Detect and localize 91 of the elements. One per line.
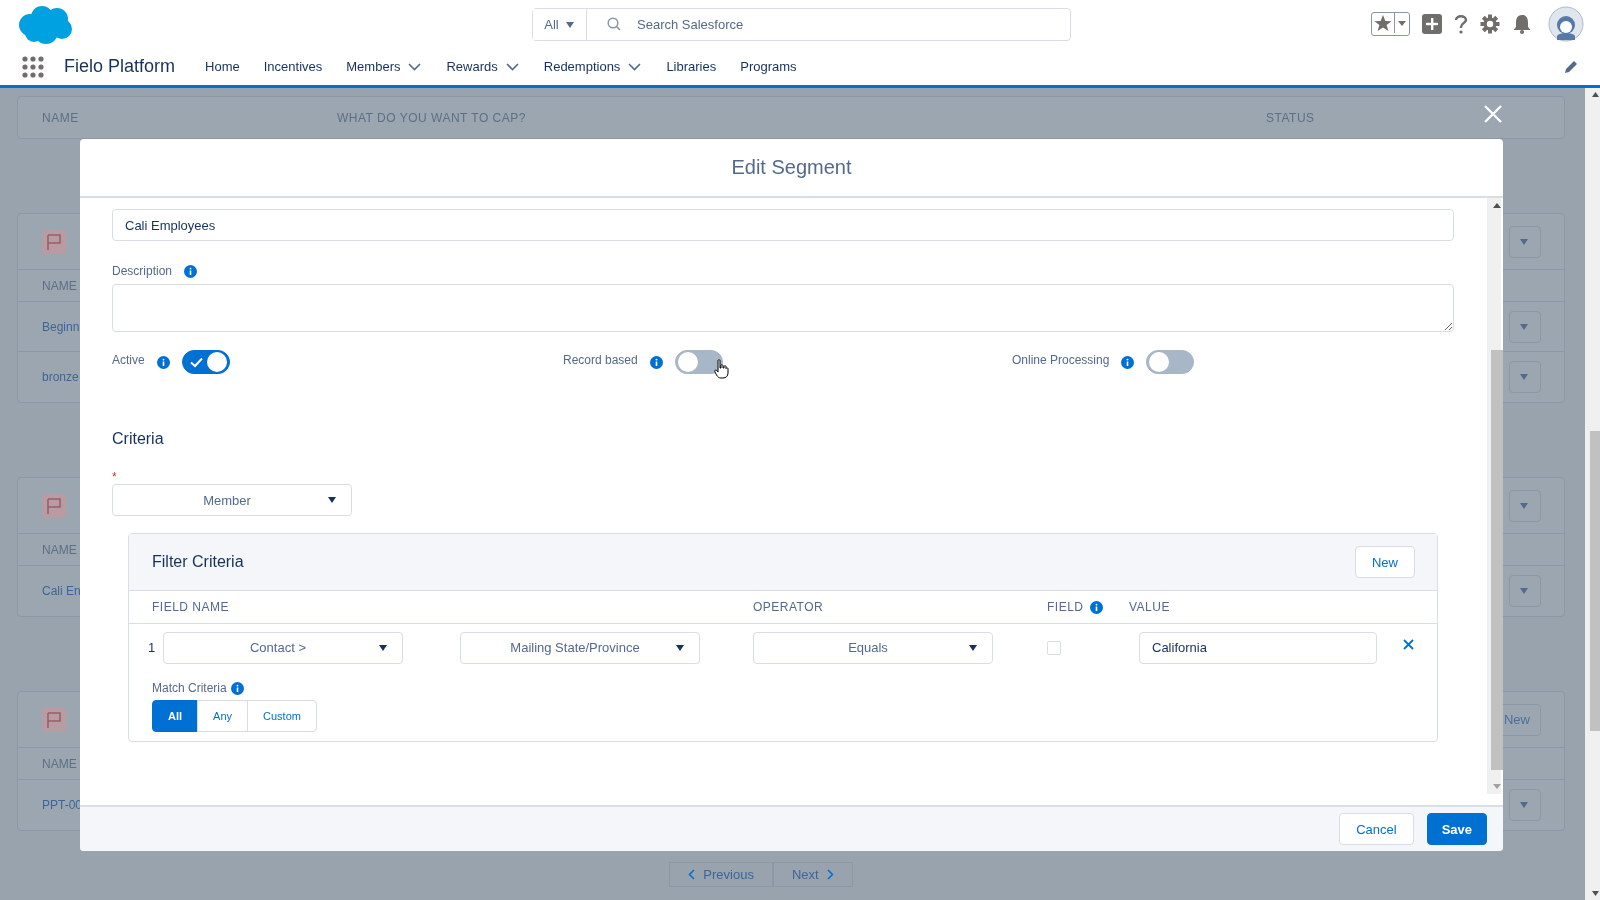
- caret-icon: [1519, 587, 1531, 595]
- star-icon: [1372, 13, 1394, 33]
- object-dropdown[interactable]: Member: [112, 484, 352, 516]
- pencil-icon[interactable]: [1564, 59, 1578, 74]
- column-header: NAME: [42, 542, 77, 557]
- caret-icon: [564, 20, 575, 28]
- close-button[interactable]: [1483, 104, 1503, 124]
- info-icon: [649, 355, 663, 369]
- column-header: NAME: [42, 278, 77, 293]
- field-label: Active: [112, 353, 145, 367]
- nav-tab[interactable]: Programs: [728, 59, 809, 74]
- segment-button[interactable]: All: [152, 700, 199, 732]
- column-header: FIELD NAME: [152, 600, 229, 614]
- panel-title: Filter Criteria: [152, 553, 244, 571]
- caret-icon: [1519, 237, 1531, 246]
- menu-button[interactable]: [1509, 789, 1541, 821]
- info-icon: [184, 264, 198, 278]
- cancel-button[interactable]: Cancel: [1339, 813, 1414, 845]
- settings-icon[interactable]: [1480, 14, 1500, 34]
- menu-button[interactable]: [1509, 575, 1541, 607]
- caret-icon: [1519, 373, 1531, 381]
- column-header: OPERATOR: [753, 600, 824, 614]
- bell-icon[interactable]: [1512, 14, 1532, 34]
- nav-tab[interactable]: Libraries: [654, 59, 729, 74]
- caret-icon: [327, 496, 337, 504]
- value-field[interactable]: California: [1139, 631, 1377, 664]
- chevron-right-icon: [826, 869, 834, 880]
- favorites-button[interactable]: [1371, 12, 1410, 36]
- operator-dropdown[interactable]: Equals: [753, 631, 993, 664]
- nav-tab[interactable]: Incentives: [251, 59, 335, 74]
- info-icon: [156, 355, 170, 369]
- row-number: 1: [148, 640, 157, 655]
- new-button[interactable]: New: [1355, 546, 1415, 578]
- nav-tab[interactable]: Members: [334, 59, 435, 74]
- field-label: Description: [112, 264, 173, 278]
- segment-button[interactable]: Any: [197, 700, 249, 732]
- info-icon: [1089, 600, 1103, 614]
- caret-icon: [1519, 501, 1531, 510]
- field-label: Match Criteria: [152, 681, 227, 695]
- menu-button[interactable]: [1509, 225, 1541, 258]
- flag-icon: [42, 707, 66, 732]
- close-icon: [1483, 104, 1503, 124]
- search-bar[interactable]: All Search Salesforce: [532, 7, 1071, 41]
- column-header: FIELD: [1047, 600, 1084, 614]
- description-field[interactable]: [112, 284, 1454, 332]
- help-icon[interactable]: [1454, 14, 1468, 34]
- menu-button[interactable]: [1509, 489, 1541, 522]
- checkmark-icon: [189, 357, 203, 368]
- caret-icon: [1519, 322, 1531, 331]
- nav-tab[interactable]: Home: [193, 59, 252, 74]
- remove-icon[interactable]: [1403, 639, 1414, 650]
- avatar-icon[interactable]: [1548, 6, 1584, 42]
- segment-button[interactable]: Custom: [247, 700, 317, 732]
- field-dropdown[interactable]: Contact >: [163, 631, 403, 664]
- toggle-switch[interactable]: [1146, 350, 1195, 374]
- caret-icon: [1394, 13, 1409, 33]
- app-launcher-icon[interactable]: [22, 55, 44, 78]
- column-header: STATUS: [1266, 110, 1315, 125]
- toggle-switch[interactable]: [181, 350, 230, 374]
- scope-dropdown[interactable]: All: [533, 8, 587, 40]
- section-heading: Criteria: [112, 430, 165, 448]
- add-icon[interactable]: [1422, 14, 1442, 34]
- caret-icon: [675, 643, 685, 652]
- column-header: NAME: [42, 110, 80, 125]
- field-label: Record based: [563, 353, 638, 367]
- hand-cursor-icon: [713, 359, 730, 379]
- column-header: VALUE: [1129, 600, 1170, 614]
- menu-button[interactable]: [1509, 361, 1541, 393]
- name-field[interactable]: Cali Employees: [112, 209, 1454, 241]
- app-name: Fielo Platform: [64, 56, 176, 77]
- save-button[interactable]: Save: [1426, 813, 1487, 845]
- nav-tab[interactable]: Rewards: [434, 59, 532, 74]
- column-header: NAME: [42, 756, 77, 771]
- modal-title: Edit Segment: [80, 139, 1503, 198]
- column-header: WHAT DO YOU WANT TO CAP?: [337, 110, 527, 125]
- flag-icon: [42, 493, 66, 518]
- menu-button[interactable]: [1509, 310, 1541, 343]
- field-dropdown[interactable]: Mailing State/Province: [460, 631, 700, 664]
- cloud-logo: [16, 3, 74, 45]
- checkbox[interactable]: [1047, 640, 1061, 655]
- chevron-left-icon: [688, 869, 696, 880]
- caret-icon: [1519, 801, 1531, 809]
- required-mark: *: [112, 470, 118, 482]
- caret-icon: [968, 643, 978, 652]
- nav-tab[interactable]: Redemptions: [531, 59, 655, 74]
- flag-icon: [42, 229, 66, 254]
- field-label: Online Processing: [1012, 353, 1110, 367]
- caret-icon: [378, 643, 388, 652]
- info-icon: [1121, 355, 1135, 369]
- search-icon: [607, 17, 621, 31]
- info-icon: [230, 681, 244, 695]
